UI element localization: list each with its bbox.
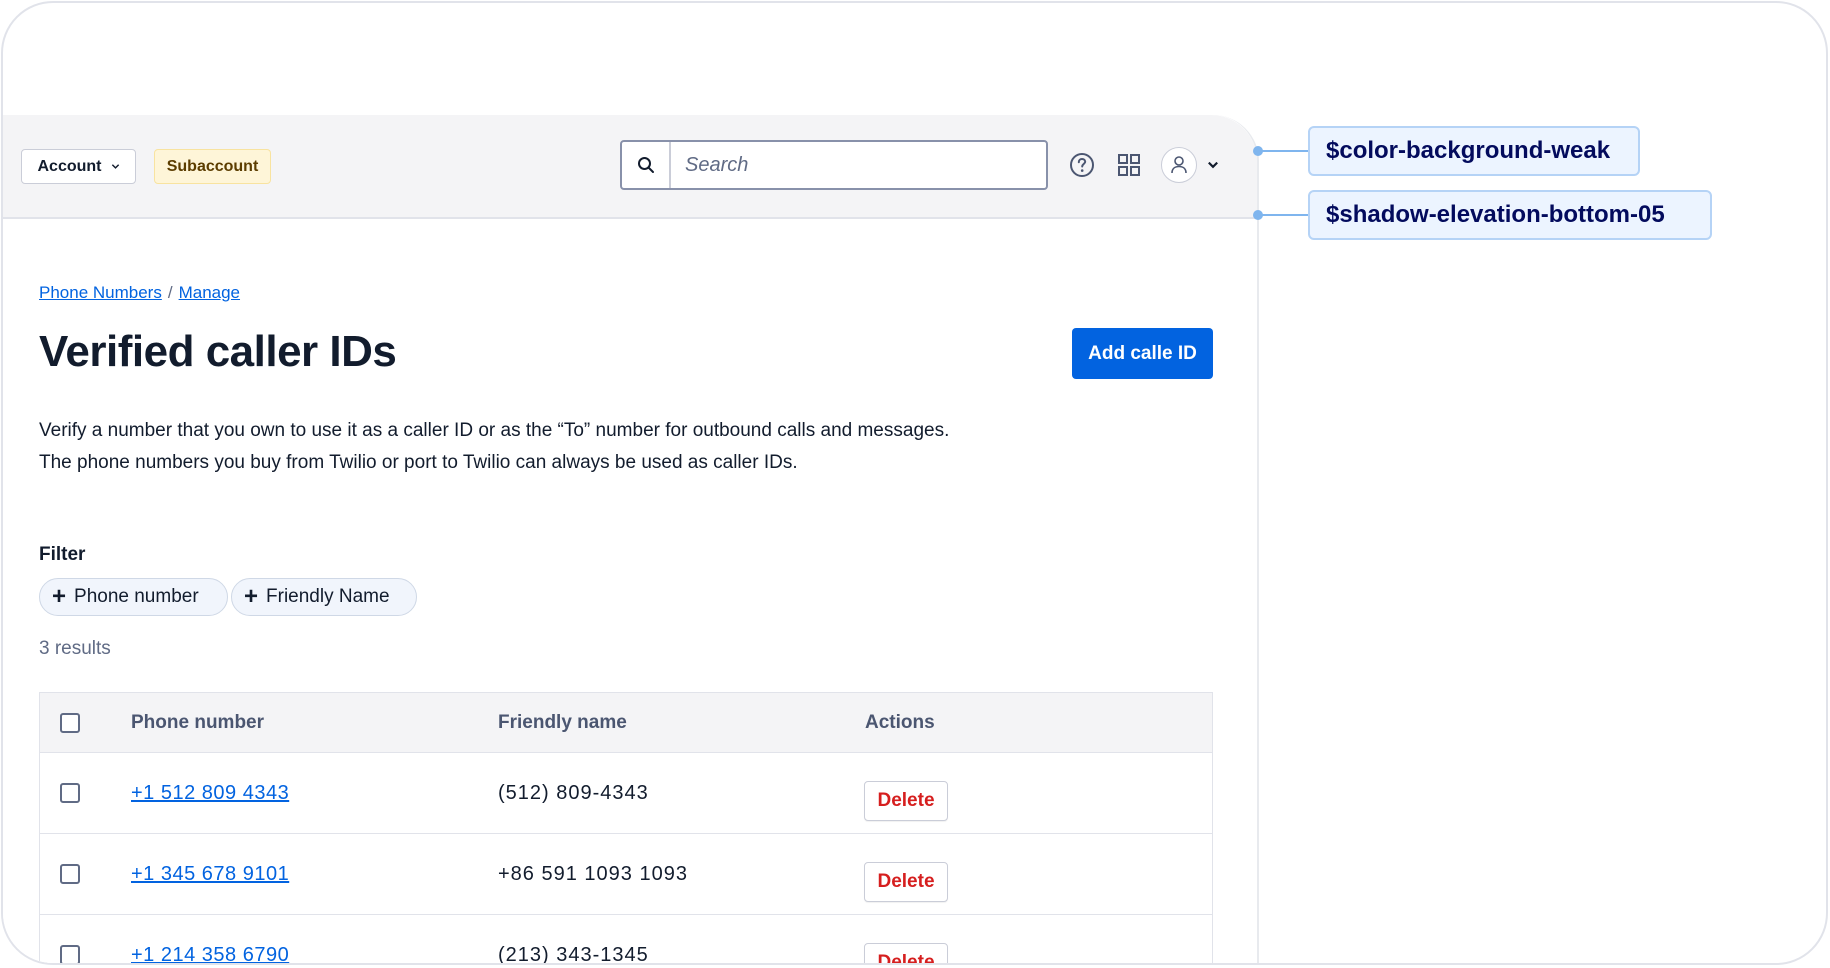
breadcrumb-separator: /	[167, 283, 173, 302]
breadcrumb-link-phone-numbers[interactable]: Phone Numbers	[39, 283, 162, 303]
column-header-actions: Actions	[865, 711, 935, 733]
row-checkbox[interactable]	[60, 864, 80, 884]
delete-button[interactable]: Delete	[864, 943, 948, 963]
search-input[interactable]	[671, 142, 1046, 188]
annotation-label-shadow-token: $shadow-elevation-bottom-05	[1308, 190, 1712, 240]
row-checkbox[interactable]	[60, 945, 80, 963]
filter-chip-friendly-name[interactable]: + Friendly Name	[231, 578, 417, 616]
plus-icon: +	[244, 583, 259, 610]
page-description: Verify a number that you own to use it a…	[39, 415, 1039, 479]
search-box[interactable]	[620, 140, 1048, 190]
caller-id-table: Phone number Friendly name Actions +1 51…	[39, 692, 1213, 965]
subaccount-badge: Subaccount	[154, 149, 271, 184]
app-grid-icon[interactable]	[1115, 151, 1143, 179]
plus-icon: +	[52, 583, 67, 610]
help-icon[interactable]	[1068, 151, 1096, 179]
user-avatar-icon[interactable]	[1161, 147, 1197, 183]
table-row: +1 214 358 6790 (213) 343-1345 Delete	[40, 915, 1212, 965]
breadcrumb: Phone Numbers / Manage	[39, 283, 240, 303]
app-window: Account Subaccount Search Phone Numbers …	[3, 115, 1259, 965]
description-line-1: Verify a number that you own to use it a…	[39, 420, 950, 441]
filter-chip-label: Phone number	[74, 586, 199, 607]
column-header-friendly-name[interactable]: Friendly name	[498, 693, 627, 752]
filter-chip-label: Friendly Name	[266, 586, 390, 607]
table-row: +1 512 809 4343 (512) 809-4343 Delete	[40, 753, 1212, 834]
phone-number-link[interactable]: +1 512 809 4343	[131, 782, 289, 805]
filter-label: Filter	[39, 544, 86, 565]
search-icon	[622, 142, 671, 188]
annotation-connector	[1259, 150, 1309, 152]
results-count: 3 results	[39, 638, 111, 659]
account-dropdown-button[interactable]: Account	[21, 149, 136, 184]
topbar: Account Subaccount	[3, 115, 1257, 217]
page-title: Verified caller IDs	[39, 327, 397, 376]
account-label: Account	[37, 157, 102, 175]
phone-number-link[interactable]: +1 214 358 6790	[131, 944, 289, 964]
friendly-name-cell: +86 591 1093 1093	[498, 862, 688, 885]
filter-chip-phone-number[interactable]: + Phone number	[39, 578, 228, 616]
outer-frame: Account Subaccount Search Phone Numbers …	[1, 1, 1828, 965]
table-row: +1 345 678 9101 +86 591 1093 1093 Delete	[40, 834, 1212, 915]
user-menu-chevron-icon[interactable]	[1205, 157, 1221, 173]
annotation-connector	[1259, 214, 1309, 216]
table-header: Phone number Friendly name Actions	[40, 693, 1212, 753]
column-header-phone-number[interactable]: Phone number	[131, 693, 264, 752]
description-line-2: The phone numbers you buy from Twilio or…	[39, 452, 798, 473]
phone-number-link[interactable]: +1 345 678 9101	[131, 863, 289, 886]
chevron-down-icon	[111, 164, 119, 169]
delete-button[interactable]: Delete	[864, 862, 948, 902]
breadcrumb-link-manage[interactable]: Manage	[179, 283, 240, 303]
delete-button[interactable]: Delete	[864, 781, 948, 821]
row-checkbox[interactable]	[60, 783, 80, 803]
friendly-name-cell: (512) 809-4343	[498, 781, 649, 804]
friendly-name-cell: (213) 343-1345	[498, 943, 649, 965]
add-caller-id-button[interactable]: Add calle ID	[1072, 328, 1213, 379]
select-all-checkbox[interactable]	[60, 712, 80, 733]
annotation-label-background-token: $color-background-weak	[1308, 126, 1640, 176]
